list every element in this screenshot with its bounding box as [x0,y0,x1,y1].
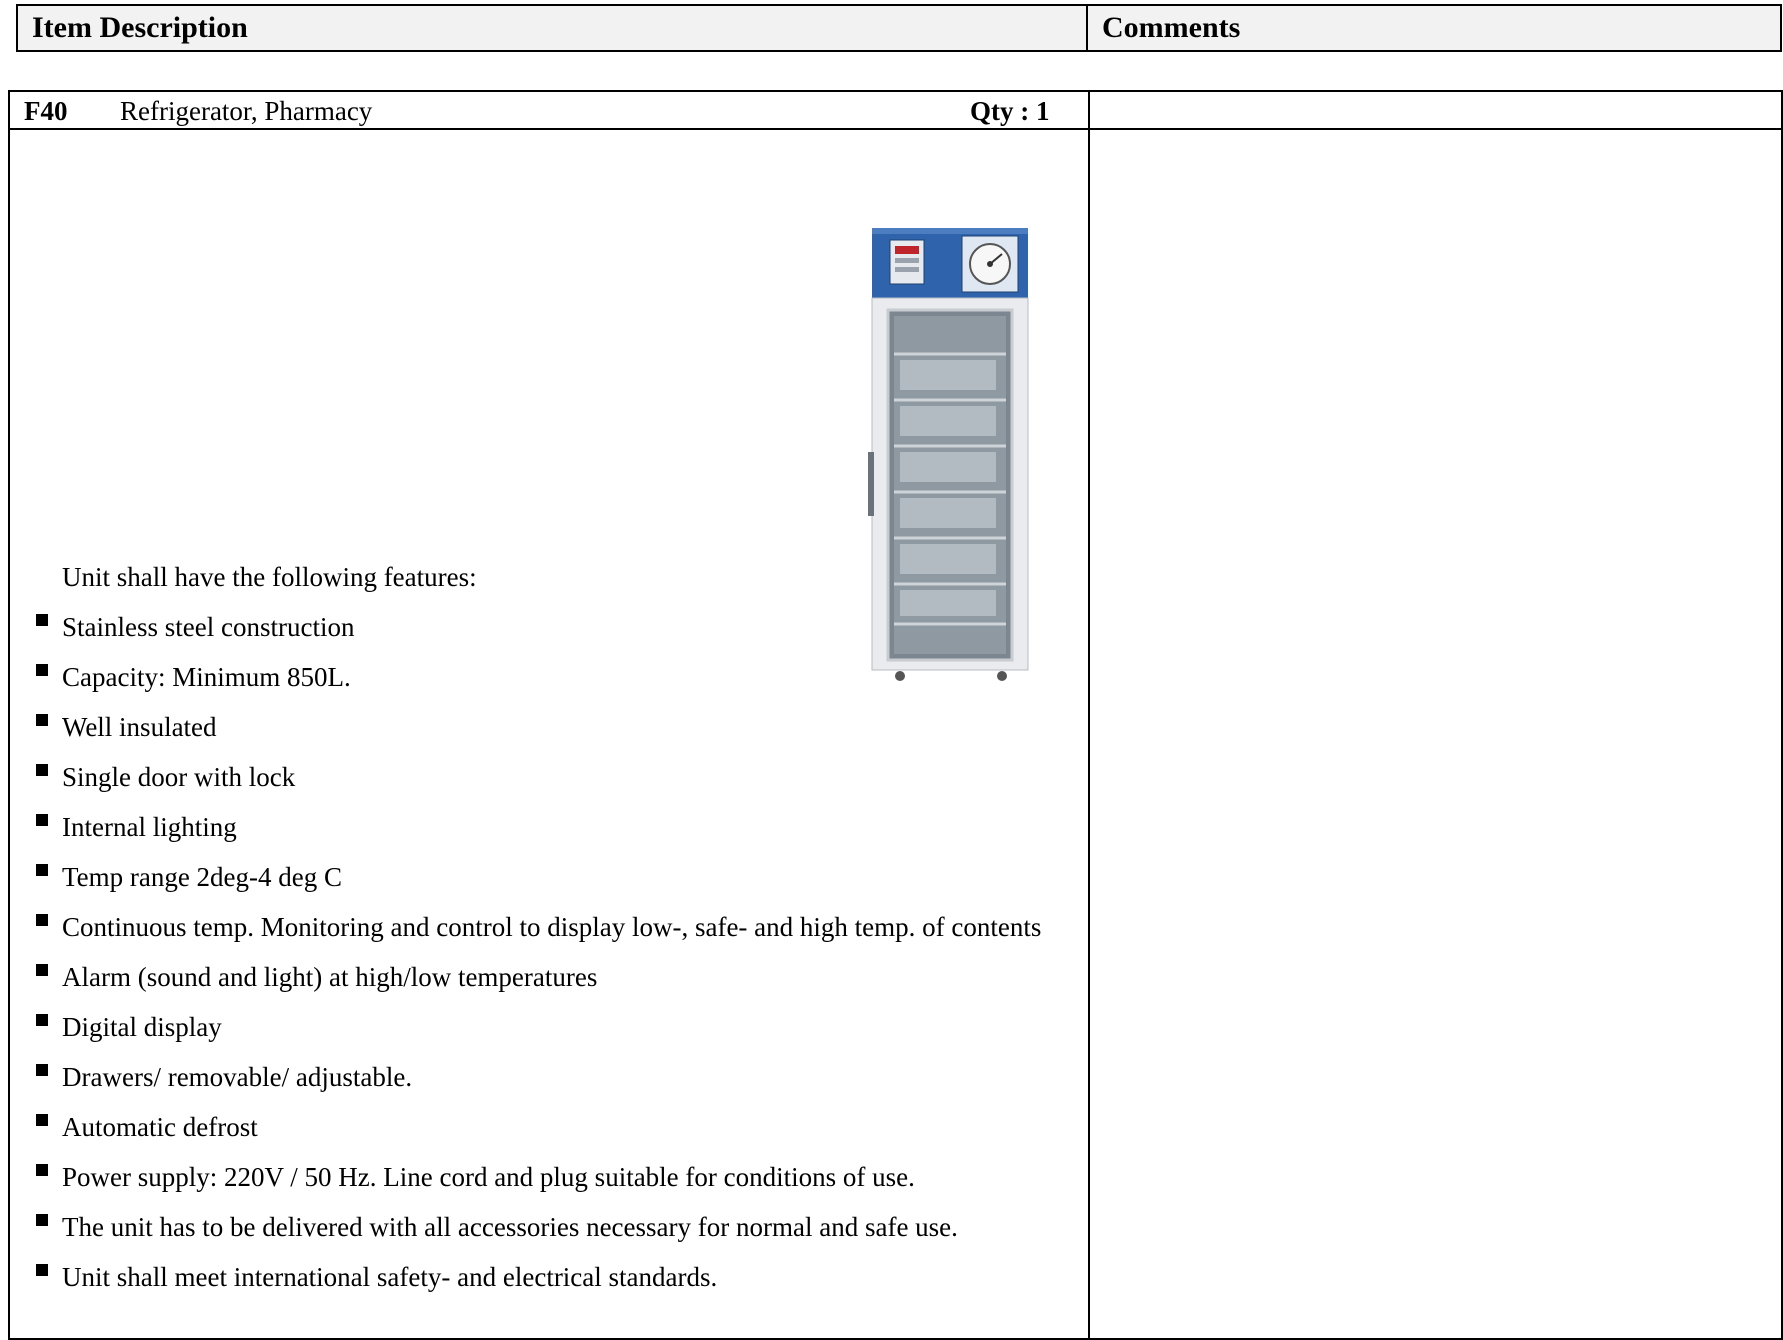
item-title-row: F40 Refrigerator, Pharmacy Qty : 1 [10,92,1781,130]
features-list: Stainless steel construction Capacity: M… [30,610,1082,1310]
square-bullet-icon [36,1164,48,1176]
list-item: Temp range 2deg-4 deg C [30,860,1082,894]
square-bullet-icon [36,1114,48,1126]
square-bullet-icon [36,914,48,926]
list-item: Digital display [30,1010,1082,1044]
list-item: Power supply: 220V / 50 Hz. Line cord an… [30,1160,1082,1194]
item-name: Refrigerator, Pharmacy [120,96,373,126]
list-item: Capacity: Minimum 850L. [30,660,1082,694]
square-bullet-icon [36,864,48,876]
header-comments: Comments [1102,11,1241,44]
features-intro: Unit shall have the following features: [62,562,477,592]
square-bullet-icon [36,964,48,976]
list-item: Alarm (sound and light) at high/low temp… [30,960,1082,994]
list-item: Continuous temp. Monitoring and control … [30,910,1082,944]
square-bullet-icon [36,614,48,626]
square-bullet-icon [36,1064,48,1076]
list-item: Single door with lock [30,760,1082,794]
square-bullet-icon [36,714,48,726]
header-item-description: Item Description [18,6,1088,50]
square-bullet-icon [36,814,48,826]
list-item: Well insulated [30,710,1082,744]
column-divider [1088,92,1090,1338]
list-item: Stainless steel construction [30,610,1082,644]
item-quantity: Qty : 1 [970,96,1050,126]
list-item: Unit shall meet international safety- an… [30,1260,1082,1294]
square-bullet-icon [36,1214,48,1226]
item-code: F40 [24,96,68,126]
list-item: Drawers/ removable/ adjustable. [30,1060,1082,1094]
list-item: Automatic defrost [30,1110,1082,1144]
square-bullet-icon [36,1014,48,1026]
header-table: Item Description Comments [16,4,1782,52]
square-bullet-icon [36,664,48,676]
item-table: F40 Refrigerator, Pharmacy Qty : 1 Unit … [8,90,1783,1340]
square-bullet-icon [36,1264,48,1276]
square-bullet-icon [36,764,48,776]
list-item: Internal lighting [30,810,1082,844]
list-item: The unit has to be delivered with all ac… [30,1210,1082,1244]
